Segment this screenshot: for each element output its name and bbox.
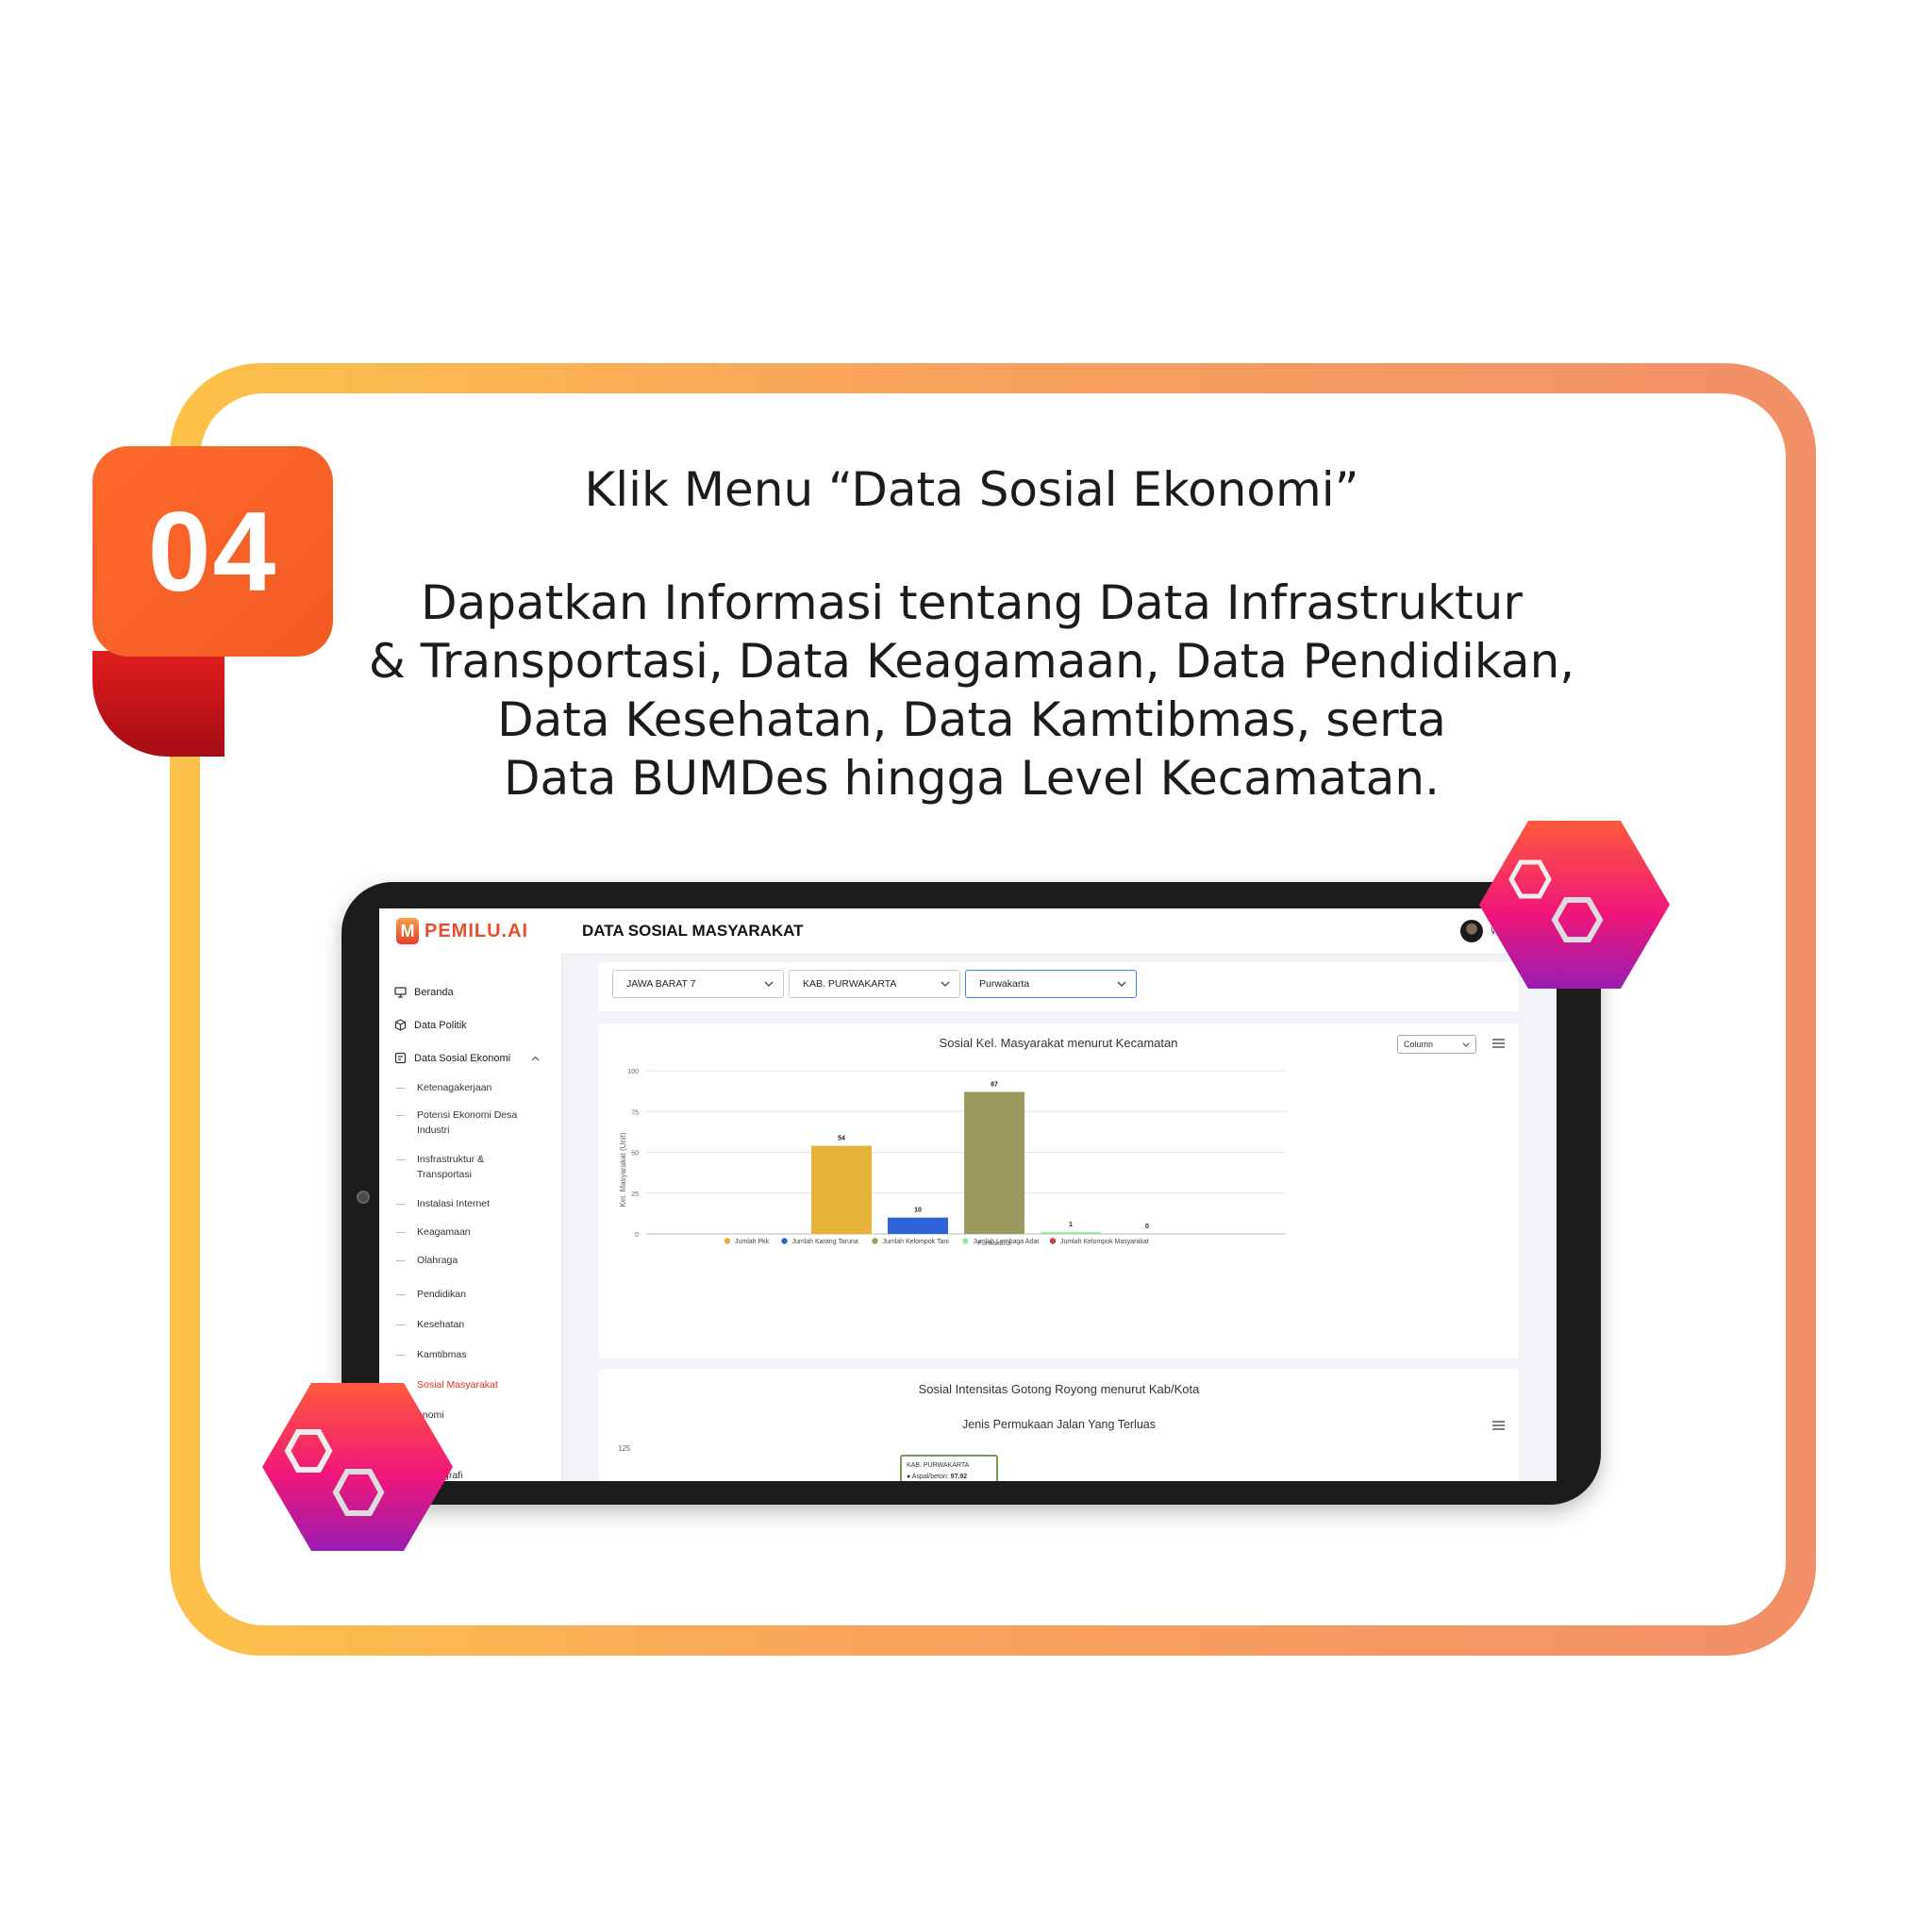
step-ribbon — [92, 651, 225, 757]
bar-chart: Sosial Kel. Masyarakat menurut Kecamatan… — [619, 1036, 1286, 1247]
legend-marker — [872, 1238, 878, 1244]
dapil-select[interactable]: JAWA BARAT 7 — [612, 970, 784, 998]
tooltip-title: KAB. PURWAKARTA — [907, 1462, 970, 1469]
y-tick-label: 50 — [631, 1151, 639, 1158]
sidebar-item-label: Data Sosial Ekonomi — [414, 1052, 511, 1064]
chart-menu-icon[interactable] — [1491, 1420, 1506, 1435]
kecamatan-select-value: Purwakarta — [979, 978, 1030, 990]
y-tick-label: 100 — [627, 1069, 639, 1075]
monitor-icon — [394, 986, 407, 998]
chevron-down-icon — [764, 978, 774, 990]
legend-item: Jumlah Kelompok Tani — [883, 1239, 950, 1245]
instruction-line: Data Kesehatan, Data Kamtibmas, serta — [497, 692, 1446, 747]
logo-text: PEMILU.AI — [425, 920, 529, 941]
sidebar-item-label: Beranda — [414, 986, 454, 998]
kecamatan-select[interactable]: Purwakarta — [965, 970, 1137, 998]
submenu-ketenagakerjaan[interactable]: Ketenagakerjaan — [396, 1080, 491, 1095]
app-logo[interactable]: M PEMILU.AI — [396, 918, 528, 944]
submenu-instalasi-internet[interactable]: Instalasi Internet — [396, 1196, 490, 1211]
legend-marker — [781, 1238, 788, 1244]
logo-icon: M — [396, 918, 419, 944]
tooltip-series: Aspal/beton: — [911, 1474, 949, 1480]
chart-title: Sosial Kel. Masyarakat menurut Kecamatan — [940, 1036, 1178, 1050]
hexagon-decoration-icon — [1479, 821, 1670, 989]
sidebar-item-data-politik[interactable]: Data Politik — [394, 1019, 467, 1031]
filter-panel: JAWA BARAT 7 KAB. PURWAKARTA Purwakarta — [599, 962, 1519, 1011]
cube-icon — [394, 1019, 407, 1031]
submenu-kamtibmas[interactable]: Kamtibmas — [396, 1347, 467, 1362]
legend-marker — [962, 1238, 969, 1244]
sidebar-item-data-sosial-ekonomi[interactable]: Data Sosial Ekonomi — [394, 1052, 540, 1064]
chevron-down-icon — [941, 978, 950, 990]
instruction-line: Data BUMDes hingga Level Kecamatan. — [503, 751, 1441, 806]
y-tick-label: 25 — [631, 1191, 639, 1198]
kabupaten-select-value: KAB. PURWAKARTA — [803, 978, 897, 990]
bar — [811, 1145, 872, 1234]
database-icon — [394, 1052, 407, 1064]
chevron-down-icon — [1117, 978, 1126, 990]
sidebar-item-label: Data Politik — [414, 1019, 467, 1031]
chart-panel-gotong-royong: Sosial Intensitas Gotong Royong menurut … — [599, 1369, 1519, 1481]
tooltip-row: ● Aspal/beton: 97.92 — [907, 1474, 968, 1480]
chevron-up-icon[interactable] — [531, 1053, 540, 1064]
top-bar: DATA SOSIAL MASYARAKAT Wahyu — [561, 908, 1557, 955]
kabupaten-select[interactable]: KAB. PURWAKARTA — [789, 970, 960, 998]
submenu-potensi-ekonomi-desa[interactable]: Potensi Ekonomi Desa Industri — [396, 1108, 517, 1138]
panel2-subtitle: Jenis Permukaan Jalan Yang Terluas — [962, 1418, 1156, 1431]
chart-panel-kel-masyarakat: Column Sosial Kel. Masyarakat menurut Ke… — [599, 1024, 1519, 1358]
submenu-keagamaan[interactable]: Keagamaan — [396, 1224, 471, 1240]
submenu-olahraga[interactable]: Olahraga — [396, 1253, 458, 1268]
instruction-title: Klik Menu “Data Sosial Ekonomi” — [584, 462, 1359, 517]
data-label: 87 — [991, 1081, 998, 1088]
legend-item: Jumlah Kelompok Masyarakat — [1060, 1239, 1149, 1245]
app-screen: M PEMILU.AI Beranda Data Politik Data So… — [379, 908, 1557, 1481]
data-label: 54 — [838, 1136, 845, 1142]
hexagon-decoration-icon — [262, 1383, 453, 1551]
dapil-select-value: JAWA BARAT 7 — [626, 978, 696, 990]
y-axis-label: Kel. Masyarakat (Unit) — [619, 1132, 627, 1207]
panel2-title: Sosial Intensitas Gotong Royong menurut … — [918, 1382, 1200, 1396]
legend-item: Jumlah Karang Taruna — [792, 1239, 858, 1245]
instruction-line: Dapatkan Informasi tentang Data Infrastr… — [421, 575, 1523, 630]
bar — [964, 1091, 1024, 1234]
page-title: DATA SOSIAL MASYARAKAT — [582, 922, 804, 940]
data-label: 0 — [1145, 1224, 1149, 1230]
legend-item: Jumlah Pkk — [735, 1239, 770, 1245]
bar — [888, 1217, 948, 1234]
data-label: 10 — [914, 1208, 922, 1214]
sidebar-item-beranda[interactable]: Beranda — [394, 986, 454, 998]
submenu-pendidikan[interactable]: Pendidikan — [396, 1287, 466, 1302]
legend-marker — [1049, 1238, 1057, 1244]
y-tick-label: 75 — [631, 1109, 639, 1116]
y-tick-label: 0 — [635, 1232, 639, 1239]
submenu-kesehatan[interactable]: Kesehatan — [396, 1317, 464, 1332]
submenu-infrastruktur[interactable]: Insfrastruktur & Transportasi — [396, 1152, 484, 1182]
tablet-camera — [357, 1191, 370, 1204]
legend-item: Jumlah Lembaga Adat — [974, 1239, 1040, 1245]
instruction-line: & Transportasi, Data Keagamaan, Data Pen… — [368, 634, 1575, 689]
instruction-body: Dapatkan Informasi tentang Data Infrastr… — [283, 574, 1660, 808]
bar — [1041, 1232, 1101, 1234]
panel2-y-tick: 125 — [618, 1444, 631, 1453]
tooltip-value: 97.92 — [950, 1474, 968, 1480]
chart-tooltip: KAB. PURWAKARTA ● Aspal/beton: 97.92 — [900, 1455, 998, 1481]
legend-marker — [724, 1238, 731, 1244]
data-label: 1 — [1069, 1222, 1073, 1228]
